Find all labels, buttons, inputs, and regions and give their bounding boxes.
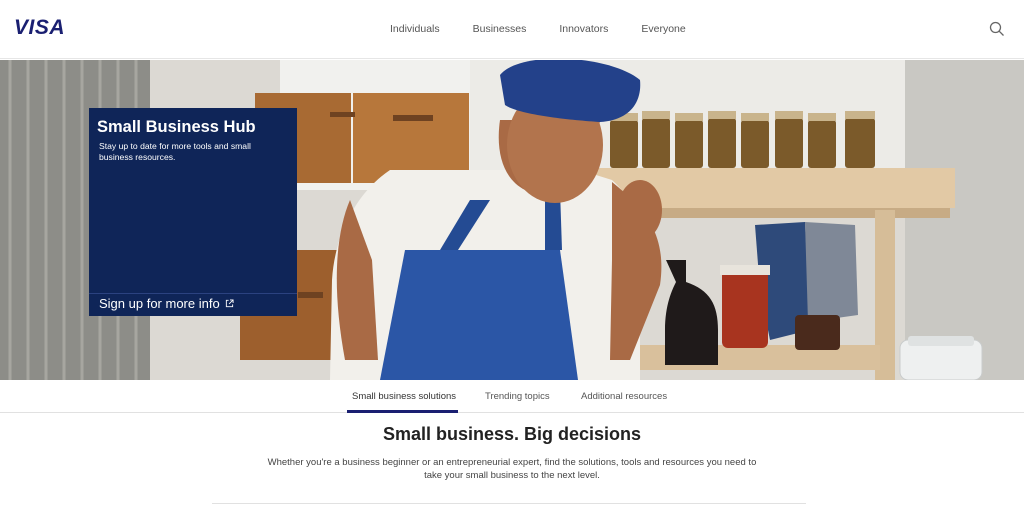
hero-banner: Small Business Hub Stay up to date for m… <box>0 60 1024 380</box>
nav-item-businesses[interactable]: Businesses <box>473 23 527 35</box>
nav-item-individuals[interactable]: Individuals <box>390 23 440 35</box>
main-nav: Individuals Businesses Innovators Everyo… <box>390 23 686 35</box>
site-header: VISA Individuals Businesses Innovators E… <box>0 0 1024 59</box>
sign-up-link[interactable]: Sign up for more info <box>99 296 234 311</box>
tab-trending-topics[interactable]: Trending topics <box>485 391 550 402</box>
section-tabs: Small business solutions Trending topics… <box>0 381 1024 413</box>
promo-divider <box>89 293 297 294</box>
intro-text: Whether you're a business beginner or an… <box>267 457 757 481</box>
external-link-icon <box>225 299 234 308</box>
visa-logo[interactable]: VISA <box>14 16 65 40</box>
promo-subtitle: Stay up to date for more tools and small… <box>99 141 251 162</box>
active-tab-indicator <box>347 410 458 413</box>
search-icon[interactable] <box>989 21 1005 37</box>
nav-item-everyone[interactable]: Everyone <box>641 23 685 35</box>
tab-small-business-solutions[interactable]: Small business solutions <box>352 391 456 402</box>
promo-card: Small Business Hub Stay up to date for m… <box>89 108 297 316</box>
tab-additional-resources[interactable]: Additional resources <box>581 391 667 402</box>
promo-title: Small Business Hub <box>97 118 256 136</box>
page-headline: Small business. Big decisions <box>382 424 642 444</box>
sign-up-link-label: Sign up for more info <box>99 296 220 311</box>
nav-item-innovators[interactable]: Innovators <box>559 23 608 35</box>
section-divider <box>212 503 806 504</box>
